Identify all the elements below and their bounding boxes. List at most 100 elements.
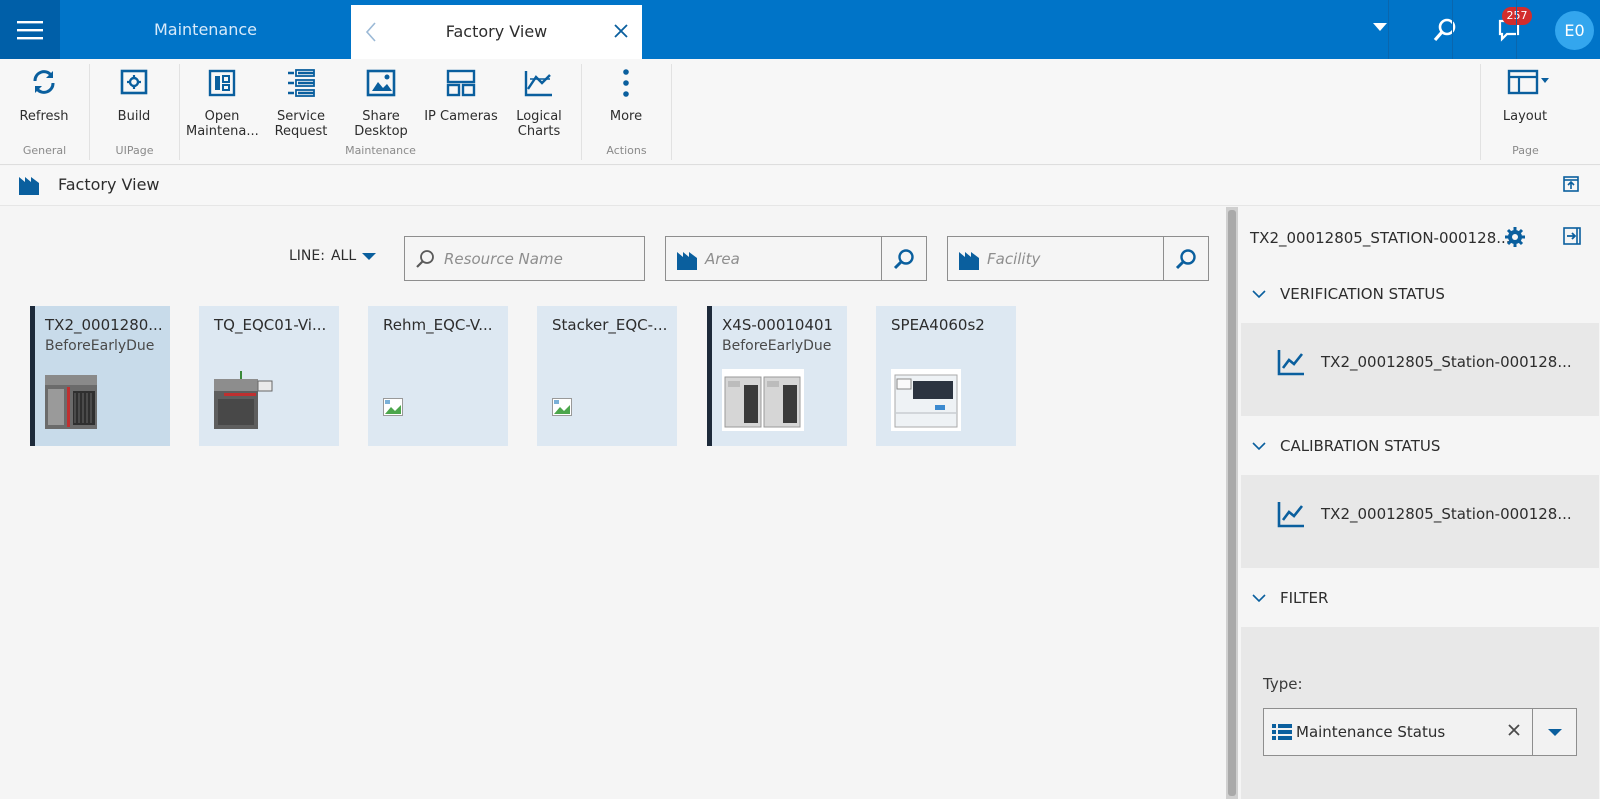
page-header: Factory View bbox=[0, 166, 1600, 206]
divider bbox=[1388, 0, 1389, 59]
section-label: CALIBRATION STATUS bbox=[1280, 437, 1441, 455]
line-chart-icon bbox=[1277, 350, 1304, 376]
layout-icon bbox=[1507, 69, 1550, 95]
resource-card[interactable]: Stacker_EQC-... bbox=[537, 306, 677, 446]
divider bbox=[1452, 0, 1453, 59]
facility-placeholder: Facility bbox=[987, 250, 1041, 268]
search-icon bbox=[893, 248, 914, 269]
service-request-icon bbox=[288, 69, 315, 97]
resource-status: BeforeEarlyDue bbox=[722, 338, 832, 354]
type-dropdown-button[interactable] bbox=[1532, 709, 1576, 755]
resource-card[interactable]: TQ_EQC01-Vi... bbox=[199, 306, 339, 446]
share-desktop-button[interactable]: Share Desktop bbox=[344, 59, 418, 145]
ip-cameras-button[interactable]: IP Cameras bbox=[423, 59, 499, 145]
machine-image bbox=[722, 369, 804, 431]
calibration-item-label: TX2_00012805_Station-000128... bbox=[1321, 505, 1572, 523]
more-vertical-icon bbox=[623, 69, 629, 97]
calibration-status-body: TX2_00012805_Station-000128... bbox=[1241, 475, 1599, 568]
type-value: Maintenance Status bbox=[1296, 723, 1446, 741]
resource-name: TX2_0001280... bbox=[45, 316, 163, 334]
build-label: Build bbox=[117, 109, 151, 124]
verification-item[interactable]: TX2_00012805_Station-000128... bbox=[1277, 348, 1572, 376]
machine-image bbox=[891, 369, 961, 431]
area-placeholder: Area bbox=[705, 250, 740, 268]
resource-name: X4S-00010401 bbox=[722, 316, 834, 334]
resource-name: Stacker_EQC-... bbox=[552, 316, 668, 334]
resource-name: Rehm_EQC-V... bbox=[383, 316, 493, 334]
tab-maintenance[interactable]: Maintenance bbox=[60, 0, 351, 59]
area-search-button[interactable] bbox=[881, 237, 926, 280]
tab-factory-view[interactable]: Factory View bbox=[351, 5, 642, 59]
group-label-general: General bbox=[22, 144, 67, 157]
resource-card[interactable]: Rehm_EQC-V... bbox=[368, 306, 508, 446]
type-select[interactable]: Maintenance Status bbox=[1263, 708, 1577, 756]
group-label-maintenance: Maintenance bbox=[345, 144, 416, 157]
machine-image bbox=[214, 371, 273, 429]
close-icon[interactable] bbox=[614, 24, 628, 38]
resource-card[interactable]: SPEA4060s2 bbox=[876, 306, 1016, 446]
calibration-status-header[interactable]: CALIBRATION STATUS bbox=[1252, 437, 1440, 455]
panel-title: TX2_00012805_STATION-000128... bbox=[1250, 229, 1511, 247]
list-icon bbox=[1272, 724, 1292, 740]
export-icon[interactable] bbox=[1563, 176, 1579, 192]
machine-image bbox=[45, 375, 97, 429]
search-icon bbox=[1175, 248, 1196, 269]
filter-header[interactable]: FILTER bbox=[1252, 589, 1328, 607]
resource-card[interactable]: X4S-00010401 BeforeEarlyDue bbox=[707, 306, 847, 446]
line-filter[interactable]: LINE: ALL bbox=[289, 248, 377, 264]
group-label-actions: Actions bbox=[606, 144, 647, 157]
resource-card[interactable]: TX2_0001280... BeforeEarlyDue bbox=[30, 306, 170, 446]
resource-area: LINE: ALL Resource Name Area Facility TX… bbox=[0, 207, 1226, 799]
collapse-panel-icon[interactable] bbox=[1563, 227, 1581, 245]
verification-status-header[interactable]: VERIFICATION STATUS bbox=[1252, 285, 1445, 303]
clear-icon[interactable] bbox=[1507, 723, 1521, 737]
calibration-item[interactable]: TX2_00012805_Station-000128... bbox=[1277, 500, 1572, 528]
chevron-down-icon bbox=[1252, 441, 1266, 450]
facility-search-button[interactable] bbox=[1163, 237, 1208, 280]
open-maintenance-icon bbox=[208, 69, 236, 97]
notification-badge: 257 bbox=[1502, 7, 1532, 25]
area-field[interactable]: Area bbox=[665, 236, 927, 281]
chevron-down-icon bbox=[1252, 593, 1266, 602]
avatar[interactable]: E0 bbox=[1555, 11, 1594, 50]
tabs-dropdown-icon[interactable] bbox=[1373, 22, 1387, 32]
layout-button[interactable]: Layout bbox=[1490, 59, 1560, 145]
factory-icon bbox=[959, 252, 979, 270]
hamburger-menu-button[interactable] bbox=[0, 0, 60, 59]
caret-down-icon bbox=[1547, 728, 1562, 736]
status-flag bbox=[30, 306, 35, 446]
page-title: Factory View bbox=[58, 175, 160, 194]
factory-icon bbox=[677, 252, 697, 270]
logical-charts-button[interactable]: Logical Charts bbox=[503, 59, 575, 145]
more-button[interactable]: More bbox=[591, 59, 661, 145]
refresh-label: Refresh bbox=[19, 109, 69, 124]
status-flag bbox=[707, 306, 712, 446]
resource-name: TQ_EQC01-Vi... bbox=[214, 316, 327, 334]
line-chart-icon bbox=[1277, 502, 1304, 528]
divider bbox=[1516, 0, 1517, 59]
resource-name-search[interactable]: Resource Name bbox=[404, 236, 645, 281]
ip-cameras-label: IP Cameras bbox=[424, 109, 498, 124]
scrollbar-thumb[interactable] bbox=[1228, 210, 1236, 796]
scrollbar[interactable] bbox=[1226, 207, 1238, 799]
facility-field[interactable]: Facility bbox=[947, 236, 1209, 281]
search-icon[interactable] bbox=[1433, 18, 1457, 42]
logical-charts-label: Logical Charts bbox=[516, 109, 562, 139]
service-request-button[interactable]: Service Request bbox=[264, 59, 338, 145]
open-maintenance-button[interactable]: Open Maintena... bbox=[186, 59, 258, 145]
build-button[interactable]: Build bbox=[99, 59, 169, 145]
ip-cameras-icon bbox=[446, 69, 476, 97]
line-filter-value: ALL bbox=[330, 248, 357, 264]
section-label: VERIFICATION STATUS bbox=[1280, 285, 1445, 303]
more-label: More bbox=[609, 109, 643, 124]
caret-down-icon bbox=[362, 252, 377, 260]
verification-item-label: TX2_00012805_Station-000128... bbox=[1321, 353, 1572, 371]
refresh-button[interactable]: Refresh bbox=[9, 59, 79, 145]
top-bar: Maintenance Factory View 257 E0 bbox=[0, 0, 1600, 59]
group-label-uipage: UIPage bbox=[115, 144, 154, 157]
group-label-page: Page bbox=[1512, 144, 1539, 157]
broken-image-icon bbox=[552, 398, 572, 416]
broken-image-icon bbox=[383, 398, 403, 416]
resource-name-placeholder: Resource Name bbox=[444, 250, 563, 268]
gear-icon[interactable] bbox=[1504, 226, 1526, 248]
